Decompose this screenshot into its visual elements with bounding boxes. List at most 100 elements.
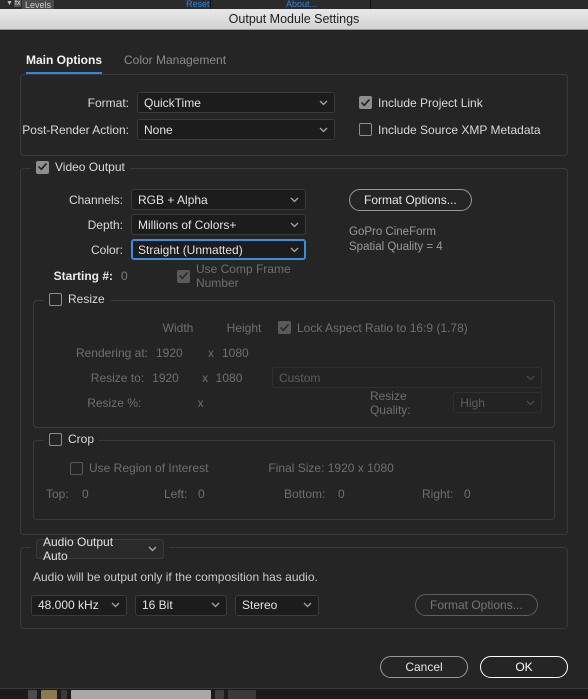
checkbox-box-icon <box>70 461 83 475</box>
resize-to-label: Resize to: <box>90 370 145 385</box>
use-region-of-interest-checkbox: Use Region of Interest <box>70 461 208 475</box>
include-source-xmp-label: Include Source XMP Metadata <box>378 122 541 137</box>
audio-sample-rate-value: 48.000 kHz <box>38 598 99 612</box>
lock-aspect-ratio-checkbox: Lock Aspect Ratio to 16:9 (1.78) <box>278 321 468 335</box>
resize-preset-select: Custom <box>272 367 542 388</box>
video-output-group: Video Output Channels: RGB + Alpha Depth… <box>20 160 568 535</box>
crop-values-row: Top: 0 Left: 0 Bottom: 0 Right: 0 <box>46 481 542 507</box>
video-output-checkbox[interactable]: Video Output <box>31 160 130 174</box>
video-output-label: Video Output <box>55 160 125 174</box>
resize-to-x: x <box>202 370 209 385</box>
taskbar-item[interactable] <box>28 689 37 699</box>
final-size-text: Final Size: 1920 x 1080 <box>268 461 394 475</box>
lock-aspect-ratio-label: Lock Aspect Ratio to 16:9 (1.78) <box>297 320 468 335</box>
audio-note: Audio will be output only if the composi… <box>33 570 318 584</box>
tab-color-management[interactable]: Color Management <box>124 53 226 74</box>
resize-to-height[interactable]: 1080 <box>216 371 258 385</box>
chevron-down-icon <box>290 197 299 203</box>
taskbar-active-item[interactable] <box>71 689 211 699</box>
depth-select[interactable]: Millions of Colors+ <box>131 214 306 235</box>
color-label: Color: <box>90 242 123 257</box>
resize-to-row: Resize to: 1920 x 1080 Custom <box>46 365 542 390</box>
include-project-link-checkbox[interactable]: Include Project Link <box>359 96 483 110</box>
color-row: Color: Straight (Unmatted) <box>21 237 321 262</box>
resize-percent-label: Resize %: <box>87 395 142 410</box>
effect-about-link[interactable]: About... <box>286 0 317 9</box>
chevron-down-icon <box>319 127 328 133</box>
starting-number-label: Starting #: <box>53 269 114 283</box>
video-format-options-button[interactable]: Format Options... <box>349 189 472 211</box>
crop-group: Crop Use Region of Interest Final Size: … <box>33 432 555 520</box>
include-project-link-label: Include Project Link <box>378 95 483 110</box>
chevron-down-icon <box>148 546 157 552</box>
resize-percent-row: Resize %: x Resize Quality: High <box>46 389 542 417</box>
panel-divider <box>370 0 371 9</box>
cancel-button[interactable]: Cancel <box>380 656 468 678</box>
chevron-down-icon <box>111 602 120 608</box>
tab-main-options[interactable]: Main Options <box>26 53 102 74</box>
crop-roi-row: Use Region of Interest Final Size: 1920 … <box>46 455 542 481</box>
channels-value: RGB + Alpha <box>138 192 208 207</box>
crop-left-value: 0 <box>198 487 205 501</box>
resize-height-header: Height <box>226 320 262 335</box>
resize-group: Resize Width Height Lock Aspect Ratio to… <box>33 292 555 428</box>
include-source-xmp-checkbox[interactable]: Include Source XMP Metadata <box>359 123 541 137</box>
effect-reset-link[interactable]: Reset <box>186 0 210 9</box>
use-region-of-interest-label: Use Region of Interest <box>89 461 209 475</box>
chevron-down-icon <box>526 375 535 381</box>
depth-value: Millions of Colors+ <box>138 217 237 232</box>
resize-checkbox[interactable]: Resize <box>44 292 110 306</box>
ok-button[interactable]: OK <box>480 656 568 678</box>
post-render-action-row: Post-Render Action: None Include Source … <box>21 116 567 143</box>
audio-output-mode[interactable]: Audio Output Auto <box>31 535 169 563</box>
resize-header-row: Width Height Lock Aspect Ratio to 16:9 (… <box>46 315 542 340</box>
format-label: Format: <box>87 95 129 110</box>
audio-channels-value: Stereo <box>242 598 278 612</box>
effect-name-levels[interactable]: Levels <box>22 0 55 9</box>
chevron-down-icon <box>211 602 220 608</box>
crop-label: Crop <box>68 432 95 446</box>
format-select[interactable]: QuickTime <box>137 92 335 113</box>
effect-twirl-caret-icon[interactable]: ▼ <box>6 0 13 7</box>
audio-sample-rate-select[interactable]: 48.000 kHz <box>31 594 127 616</box>
format-row: Format: QuickTime Include Project Link <box>21 89 567 116</box>
format-select-value: QuickTime <box>144 95 201 110</box>
checkbox-box-icon <box>49 292 62 306</box>
crop-top-value: 0 <box>82 487 89 501</box>
taskbar-item[interactable] <box>61 689 67 699</box>
audio-settings-row: 48.000 kHz 16 Bit Stereo Format Options.… <box>31 594 557 616</box>
output-module-settings-dialog: Output Module Settings Main Options Colo… <box>0 9 588 688</box>
channels-label: Channels: <box>68 192 123 207</box>
chevron-down-icon <box>290 247 299 253</box>
resize-quality-select: High <box>453 392 542 413</box>
crop-checkbox[interactable]: Crop <box>44 432 100 446</box>
taskbar-item[interactable] <box>215 689 224 699</box>
codec-name: GoPro CineForm <box>349 226 436 238</box>
channels-select[interactable]: RGB + Alpha <box>131 189 306 210</box>
dialog-footer: Cancel OK <box>380 656 568 678</box>
codec-spatial-quality: Spatial Quality = 4 <box>349 241 443 253</box>
crop-right-label: Right: <box>422 487 454 501</box>
checkbox-box-icon <box>359 96 372 109</box>
audio-channels-select[interactable]: Stereo <box>235 594 319 616</box>
chevron-down-icon <box>290 222 299 228</box>
checkbox-box-icon <box>359 123 372 136</box>
crop-top-label: Top: <box>46 487 69 501</box>
audio-bit-depth-select[interactable]: 16 Bit <box>135 594 227 616</box>
post-render-action-select[interactable]: None <box>137 119 335 140</box>
resize-quality-value: High <box>460 395 485 410</box>
audio-output-group: Audio Output Auto Audio will be output o… <box>20 535 568 629</box>
crop-bottom-value: 0 <box>338 487 345 501</box>
resize-width-header: Width <box>162 320 194 335</box>
color-select[interactable]: Straight (Unmatted) <box>131 239 306 260</box>
audio-output-mode-select[interactable]: Audio Output Auto <box>36 535 164 563</box>
color-value: Straight (Unmatted) <box>138 242 243 257</box>
channels-row: Channels: RGB + Alpha <box>21 187 321 212</box>
taskbar-item[interactable] <box>228 689 256 699</box>
starting-number-value[interactable]: 0 <box>121 269 177 283</box>
fx-badge-icon: fx <box>14 0 22 7</box>
taskbar-item[interactable] <box>41 689 57 699</box>
rendering-at-label: Rendering at: <box>75 345 148 360</box>
resize-label: Resize <box>68 292 105 306</box>
resize-to-width[interactable]: 1920 <box>152 371 194 385</box>
